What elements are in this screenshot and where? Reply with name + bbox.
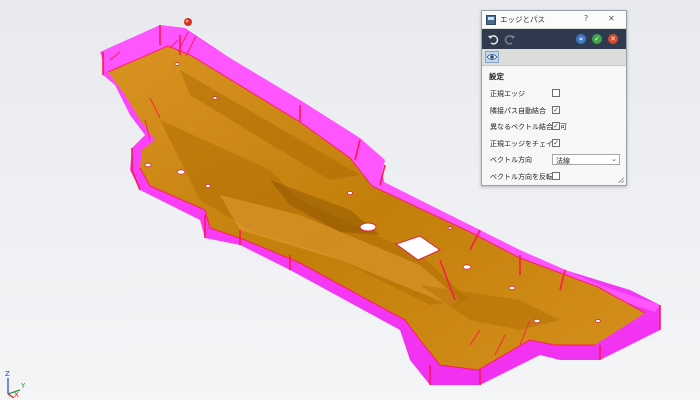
z-axis-label: Z	[5, 370, 10, 378]
close-button[interactable]: ✕	[608, 14, 615, 23]
option-label: 正規エッジをチェイン	[490, 139, 560, 148]
option-row: 正規エッジをチェイン ✓	[482, 136, 626, 153]
direction-label: ベクトル方向	[490, 156, 532, 164]
eye-icon[interactable]	[485, 51, 499, 63]
x-axis-label: X	[14, 391, 19, 399]
help-button[interactable]: ?	[584, 14, 588, 23]
settings-section: 設定 正規エッジ 隣接パス自動結合 ✓ 異なるベクトル結合許可 ✓ 正規エッジを…	[482, 66, 626, 185]
chain-edge-checkbox[interactable]: ✓	[552, 138, 560, 147]
reverse-direction-checkbox[interactable]	[552, 171, 560, 180]
chevron-down-icon: ⌄	[611, 155, 617, 163]
undo-icon[interactable]	[487, 33, 499, 45]
cancel-icon[interactable]: ✕	[608, 34, 618, 44]
ok-icon[interactable]: ✓	[592, 34, 602, 44]
section-title: 設定	[489, 72, 504, 81]
direction-row: ベクトル方向 法線 ⌄	[482, 152, 626, 169]
option-row: 正規エッジ	[482, 86, 626, 103]
auto-join-checkbox[interactable]: ✓	[552, 105, 560, 114]
resize-grip-icon[interactable]	[618, 177, 624, 183]
redo-icon[interactable]	[504, 33, 516, 45]
app-icon	[486, 14, 496, 25]
reverse-row: ベクトル方向を反転	[482, 169, 626, 186]
option-label: 正規エッジ	[490, 90, 525, 98]
direction-select[interactable]: 法線 ⌄	[552, 154, 620, 165]
regular-edge-checkbox[interactable]	[552, 89, 560, 97]
direction-value: 法線	[556, 157, 570, 165]
option-label: 隣接パス自動結合	[490, 106, 546, 115]
allow-vector-join-checkbox[interactable]: ✓	[552, 122, 560, 130]
dialog-title: エッジとパス	[500, 15, 545, 24]
view-toolbar	[482, 49, 626, 66]
back-icon[interactable]: «	[576, 34, 586, 44]
option-row: 異なるベクトル結合許可 ✓	[482, 119, 626, 136]
reverse-label: ベクトル方向を反転	[490, 172, 553, 181]
axis-triad: Z Y X	[2, 370, 42, 399]
dialog-toolbar: « ✓ ✕	[482, 29, 626, 49]
edges-and-paths-dialog: エッジとパス ? ✕ « ✓ ✕ 設定 正規エッジ 隣接パス自動結合 ✓ 異なる…	[481, 10, 627, 186]
y-axis-label: Y	[21, 382, 26, 390]
option-row: 隣接パス自動結合 ✓	[482, 103, 626, 120]
dialog-titlebar[interactable]: エッジとパス ? ✕	[482, 11, 626, 29]
